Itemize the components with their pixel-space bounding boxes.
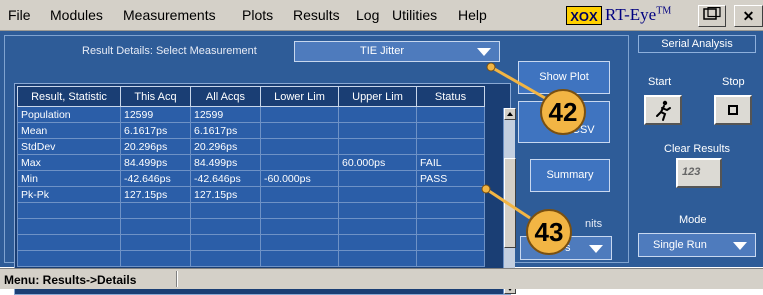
callout-43: 43 — [526, 209, 572, 255]
status-text: Menu: Results->Details — [4, 273, 137, 287]
callout-42: 42 — [540, 89, 586, 135]
status-bar: Menu: Results->Details — [0, 268, 763, 289]
status-divider — [176, 271, 178, 287]
callout-leaders — [481, 62, 546, 220]
